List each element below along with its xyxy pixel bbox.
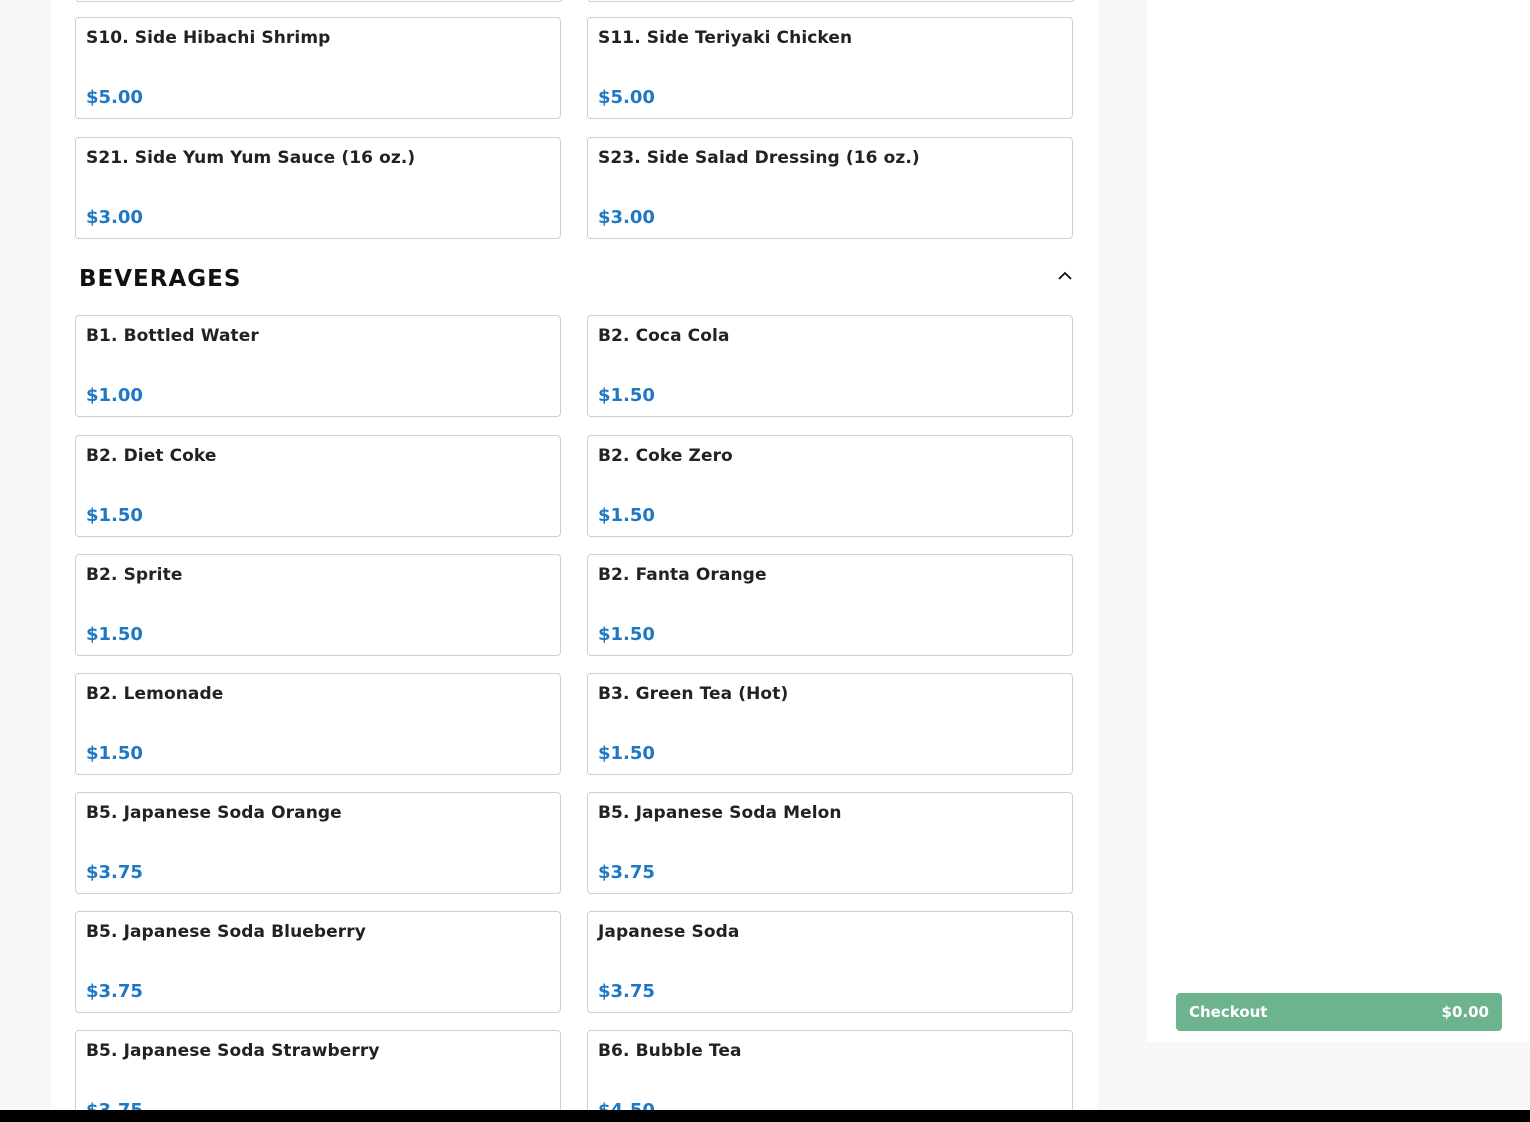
item-price: $1.50 (598, 385, 655, 406)
menu-item-card[interactable]: Japanese Soda $3.75 (587, 911, 1073, 1013)
menu-item-card[interactable]: S23. Side Salad Dressing (16 oz.) $3.00 (587, 137, 1073, 239)
item-price: $1.00 (86, 385, 143, 406)
item-price: $1.50 (86, 624, 143, 645)
item-name: B2. Sprite (86, 565, 183, 585)
item-name: B3. Green Tea (Hot) (598, 684, 789, 704)
item-name: B1. Bottled Water (86, 326, 259, 346)
item-price: $1.50 (598, 505, 655, 526)
menu-item-card[interactable]: B5. Japanese Soda Melon $3.75 (587, 792, 1073, 894)
item-name: B2. Fanta Orange (598, 565, 767, 585)
menu-item-card[interactable]: S21. Side Yum Yum Sauce (16 oz.) $3.00 (75, 137, 561, 239)
menu-item-card[interactable]: B2. Diet Coke $1.50 (75, 435, 561, 537)
item-price: $4.50 (598, 1100, 655, 1110)
section-title-beverages: BEVERAGES (79, 266, 242, 292)
item-name: S23. Side Salad Dressing (16 oz.) (598, 148, 920, 168)
item-price: $1.50 (86, 505, 143, 526)
item-price: $5.00 (86, 87, 143, 108)
menu-item-card[interactable]: B2. Lemonade $1.50 (75, 673, 561, 775)
menu-item-card[interactable]: S11. Side Teriyaki Chicken $5.00 (587, 17, 1073, 119)
item-price: $3.00 (598, 207, 655, 228)
item-name: S21. Side Yum Yum Sauce (16 oz.) (86, 148, 416, 168)
checkout-label: Checkout (1189, 1003, 1268, 1021)
menu-item-card[interactable]: B5. Japanese Soda Orange $3.75 (75, 792, 561, 894)
menu-item-card-partial[interactable] (587, 0, 1075, 2)
item-name: S10. Side Hibachi Shrimp (86, 28, 331, 48)
item-name: B2. Coca Cola (598, 326, 730, 346)
item-name: S11. Side Teriyaki Chicken (598, 28, 853, 48)
item-price: $5.00 (598, 87, 655, 108)
item-price: $3.75 (86, 1100, 143, 1110)
menu-item-card[interactable]: S10. Side Hibachi Shrimp $5.00 (75, 17, 561, 119)
item-name: B6. Bubble Tea (598, 1041, 742, 1061)
checkout-button[interactable]: Checkout $0.00 (1176, 993, 1502, 1031)
chevron-up-icon (1058, 271, 1072, 280)
item-price: $3.75 (86, 981, 143, 1002)
item-name: B5. Japanese Soda Melon (598, 803, 842, 823)
menu-item-card[interactable]: B1. Bottled Water $1.00 (75, 315, 561, 417)
item-price: $1.50 (598, 624, 655, 645)
item-price: $3.75 (598, 862, 655, 883)
item-price: $3.75 (598, 981, 655, 1002)
menu-item-card[interactable]: B2. Coke Zero $1.50 (587, 435, 1073, 537)
menu-item-card[interactable]: B2. Fanta Orange $1.50 (587, 554, 1073, 656)
menu-item-card[interactable]: B3. Green Tea (Hot) $1.50 (587, 673, 1073, 775)
menu-item-card[interactable]: B5. Japanese Soda Strawberry $3.75 (75, 1030, 561, 1110)
item-name: B2. Diet Coke (86, 446, 217, 466)
menu-item-card[interactable]: B5. Japanese Soda Blueberry $3.75 (75, 911, 561, 1013)
item-name: B5. Japanese Soda Orange (86, 803, 342, 823)
menu-item-card[interactable]: B6. Bubble Tea $4.50 (587, 1030, 1073, 1110)
item-name: B5. Japanese Soda Strawberry (86, 1041, 380, 1061)
item-price: $1.50 (598, 743, 655, 764)
bottom-bar (0, 1110, 1530, 1122)
checkout-total: $0.00 (1441, 1003, 1489, 1021)
item-name: B2. Lemonade (86, 684, 224, 704)
cart-panel: Checkout $0.00 (1147, 0, 1530, 1042)
menu-item-card[interactable]: B2. Coca Cola $1.50 (587, 315, 1073, 417)
menu-panel: S10. Side Hibachi Shrimp $5.00 S11. Side… (51, 0, 1098, 1110)
item-name: B2. Coke Zero (598, 446, 733, 466)
collapse-section-button[interactable] (1055, 265, 1075, 285)
menu-item-card[interactable]: B2. Sprite $1.50 (75, 554, 561, 656)
item-price: $1.50 (86, 743, 143, 764)
menu-item-card-partial[interactable] (75, 0, 563, 2)
item-name: Japanese Soda (598, 922, 740, 942)
item-price: $3.75 (86, 862, 143, 883)
item-price: $3.00 (86, 207, 143, 228)
item-name: B5. Japanese Soda Blueberry (86, 922, 366, 942)
